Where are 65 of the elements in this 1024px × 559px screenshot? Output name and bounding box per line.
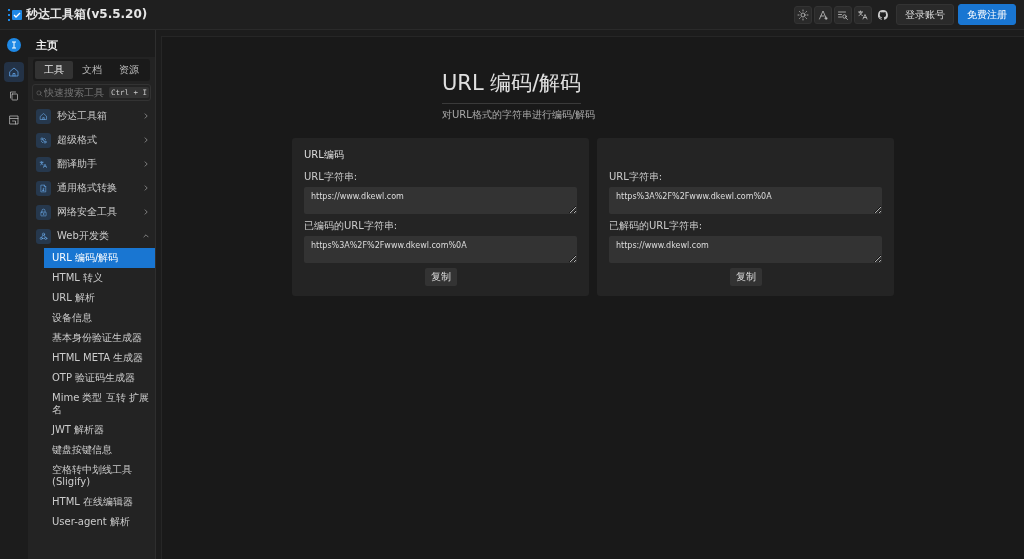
page-subtitle: 对URL格式的字符串进行编码/解码 (442, 108, 597, 122)
sun-icon (797, 8, 809, 21)
sidebar-item[interactable]: OTP 验证码生成器 (44, 368, 155, 388)
field-label: URL字符串: (609, 170, 664, 184)
login-button[interactable]: 登录账号 (896, 4, 954, 25)
search-icon (36, 90, 43, 97)
sidebar-item[interactable]: HTML META 生成器 (44, 348, 155, 368)
font-icon (817, 8, 829, 21)
github-icon (877, 8, 889, 21)
text-field[interactable]: https://www.dkewl.com (609, 236, 882, 263)
sidebar-item[interactable]: 空格转中划线工具 (Sligify) (44, 460, 155, 492)
sidebar-item[interactable]: 基本身份验证生成器 (44, 328, 155, 348)
search-list-icon (837, 8, 849, 21)
sidebar-tab[interactable]: 工具 (35, 61, 73, 79)
copy-icon (8, 90, 20, 102)
sidebar-tab[interactable]: 资源 (110, 61, 148, 79)
store-icon (8, 114, 20, 126)
sidebar-category[interactable]: 翻译助手 (28, 152, 155, 176)
sidebar-item[interactable]: URL 编码/解码 (44, 248, 155, 268)
sidebar-category[interactable]: Web开发类 (28, 224, 155, 248)
sidebar-item[interactable]: User-agent 解析 (44, 512, 155, 532)
sidebar-item[interactable]: JWT 解析器 (44, 420, 155, 440)
home-icon (8, 66, 20, 78)
translate-button[interactable] (854, 5, 872, 24)
user-avatar[interactable] (7, 38, 21, 52)
category-label: Web开发类 (57, 229, 110, 243)
sidebar-category[interactable]: 超级格式 (28, 128, 155, 152)
field-label: 已解码的URL字符串: (609, 219, 704, 233)
text-field[interactable]: https://www.dkewl.com (304, 187, 577, 214)
sidebar-category[interactable]: 秒达工具箱 (28, 104, 155, 128)
sidebar-item[interactable]: Mime 类型 互转 扩展名 (44, 388, 155, 420)
register-button[interactable]: 免费注册 (958, 4, 1016, 25)
category-label: 通用格式转换 (57, 181, 118, 195)
webhook-icon (39, 231, 48, 241)
logo-icon (8, 8, 22, 21)
card-title: URL编码 (304, 148, 345, 161)
text-field[interactable]: https%3A%2F%2Fwww.dkewl.com%0A (609, 187, 882, 214)
home-icon (39, 111, 48, 121)
sidebar-heading: 主页 (28, 30, 155, 57)
translate-icon (857, 8, 869, 21)
copy-button[interactable]: 复制 (424, 268, 457, 286)
sidebar-item[interactable]: 设备信息 (44, 308, 155, 328)
document-icon (39, 183, 48, 193)
app-title: 秒达工具箱(v5.5.20) (26, 6, 148, 23)
sidebar-item[interactable]: URL 解析 (44, 288, 155, 308)
category-label: 网络安全工具 (57, 205, 118, 219)
page-title: URL 编码/解码 (442, 69, 582, 104)
sidebar-item[interactable]: HTML 在线编辑器 (44, 492, 155, 512)
sidebar-category[interactable]: 通用格式转换 (28, 176, 155, 200)
rail-item[interactable] (4, 62, 24, 82)
text-field[interactable]: https%3A%2F%2Fwww.dkewl.com%0A (304, 236, 577, 263)
sidebar-item[interactable]: HTML 转义 (44, 268, 155, 288)
category-label: 秒达工具箱 (57, 109, 108, 123)
sidebar-category[interactable]: 网络安全工具 (28, 200, 155, 224)
category-label: 翻译助手 (57, 157, 98, 171)
field-label: 已编码的URL字符串: (304, 219, 399, 233)
translate-icon (39, 159, 48, 169)
field-label: URL字符串: (304, 170, 359, 184)
sidebar-item[interactable]: 键盘按键信息 (44, 440, 155, 460)
sun-button[interactable] (794, 5, 812, 24)
category-label: 超级格式 (57, 133, 98, 147)
font-button[interactable] (814, 5, 832, 24)
search-list-button[interactable] (834, 5, 852, 24)
sidebar-tab[interactable]: 文档 (72, 61, 111, 79)
copy-button[interactable]: 复制 (729, 268, 762, 286)
